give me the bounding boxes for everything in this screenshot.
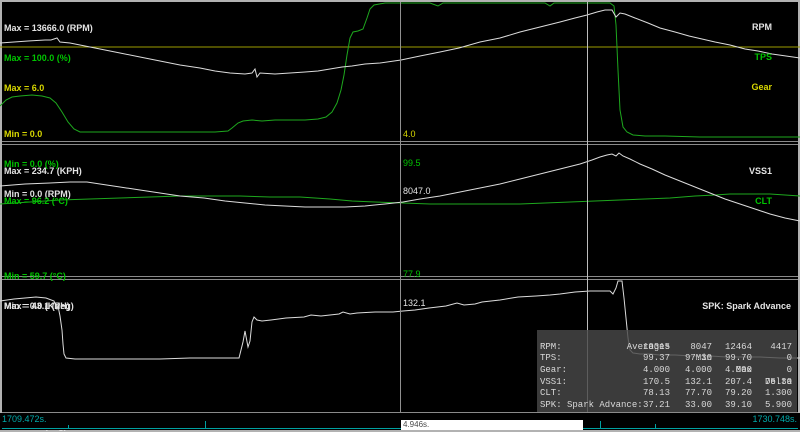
stats-cell: 170.5 [643,377,670,389]
legend-item-tps[interactable]: TPS [751,52,772,62]
stats-row-label: CLT: [540,388,562,400]
stats-row: TPS: 99.37 97.30 99.70 0 [537,353,797,365]
panel1-legend: RPM TPS Gear [751,2,772,112]
log-viewer-window: Max = 13666.0 (RPM) Max = 100.0 (%) Max … [0,0,800,432]
stats-row-label: VSS1: [540,377,567,389]
timeline-selection-thumb[interactable]: 4.946s. [401,420,583,430]
cursor-line-left[interactable] [400,2,401,412]
stats-table: Averages Min Max Delta RPM: 10315 8047 1246… [537,330,797,412]
stats-cell: 5.900 [765,400,792,412]
stats-cell: 4.000 [685,365,712,377]
timeline-baseline [2,428,798,429]
timeline-strip[interactable]: 1709.472s. 1730.748s. 4.946s. [0,413,800,430]
stats-cell: 8047 [690,342,712,354]
stats-cell: 10315 [643,342,670,354]
max-label: Max = 6.0 [4,83,93,93]
stats-cell: 99.37 [643,353,670,365]
stats-cell: 33.00 [685,400,712,412]
cursor-value-gear: 4.0 [403,130,431,140]
stats-cell: 77.70 [685,388,712,400]
stats-row-label: SPK: Spark Advance: [540,400,643,412]
stats-row: RPM: 10315 8047 12464 4417 [537,342,797,354]
max-label: Max = 43.1 (deg) [4,301,74,311]
panel2-legend: VSS1 CLT [749,146,772,226]
min-label: Min = 59.7 (°C) [4,271,70,281]
timeline-tick [68,425,69,429]
legend-item-clt[interactable]: CLT [749,196,772,206]
panel3-max-labels: Max = 43.1 (deg) [4,281,74,331]
stats-cell: 12464 [725,342,752,354]
panel3-legend: SPK: Spark Advance [702,281,791,331]
stats-cell: 78.13 [643,388,670,400]
stats-cell: 0 [787,353,792,365]
stats-cell: 132.1 [685,377,712,389]
stats-row-label: TPS: [540,353,562,365]
legend-item-gear[interactable]: Gear [751,82,772,92]
stats-cell: 39.10 [725,400,752,412]
panel2-max-labels: Max = 234.7 (KPH) Max = 96.2 (°C) [4,146,82,226]
stats-row: Gear: 4.000 4.000 4.000 0 [537,365,797,377]
panel1-cursor-values: 4.0 99.5 8047.0 [403,111,431,216]
max-label: Max = 100.0 (%) [4,53,93,63]
timeline-tick [655,424,656,429]
timeline-tick [205,421,206,429]
stats-row: SPK: Spark Advance:37.21 33.00 39.10 5.900 [537,400,797,412]
panel1-max-labels: Max = 13666.0 (RPM) Max = 100.0 (%) Max … [4,3,93,113]
stats-cell: 1.300 [765,388,792,400]
stats-cell: 99.70 [725,353,752,365]
max-label: Max = 96.2 (°C) [4,196,82,206]
legend-item-rpm[interactable]: RPM [751,22,772,32]
cursor-value-vss1: 132.1 [403,299,426,309]
stats-cell: 4417 [770,342,792,354]
cursor-value-rpm: 8047.0 [403,187,431,197]
min-label: Min = 0.0 [4,129,71,139]
legend-item-spark-advance[interactable]: SPK: Spark Advance [702,301,791,311]
stats-cell: 75.30 [765,377,792,389]
legend-item-vss1[interactable]: VSS1 [749,166,772,176]
timeline-tick [600,421,601,429]
stats-header-row: Averages Min Max Delta [537,330,797,342]
stats-row-label: RPM: [540,342,562,354]
timeline-start-time: 1709.472s. [2,414,47,424]
stats-cell: 4.000 [725,365,752,377]
stats-cell: 207.4 [725,377,752,389]
stats-cell: 37.21 [643,400,670,412]
stats-row-label: Gear: [540,365,567,377]
panel2-cursor-values: 77.9 132.1 [403,251,426,327]
timeline-end-time: 1730.748s. [752,414,797,424]
stats-row: VSS1: 170.5 132.1 207.4 75.30 [537,377,797,389]
stats-row: CLT: 78.13 77.70 79.20 1.300 [537,388,797,400]
cursor-value-clt: 77.9 [403,270,426,280]
cursor-value-tps: 99.5 [403,159,431,169]
stats-cell: 97.30 [685,353,712,365]
stats-cell: 79.20 [725,388,752,400]
stats-cell: 0 [787,365,792,377]
max-label: Max = 234.7 (KPH) [4,166,82,176]
stats-cell: 4.000 [643,365,670,377]
max-label: Max = 13666.0 (RPM) [4,23,93,33]
